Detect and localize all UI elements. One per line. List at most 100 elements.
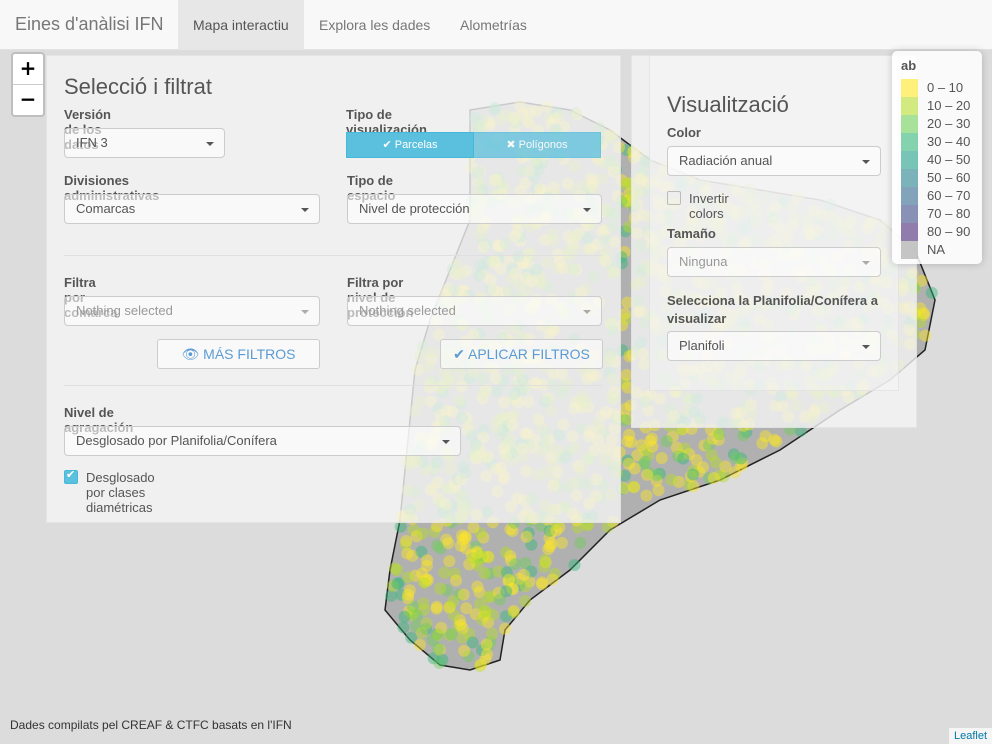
tab-explora-les-dades[interactable]: Explora les dades xyxy=(304,0,445,50)
plot-point[interactable] xyxy=(450,574,463,587)
plot-point[interactable] xyxy=(507,604,520,617)
version-select[interactable]: IFN 3 xyxy=(64,128,225,158)
plot-point[interactable] xyxy=(709,456,722,469)
plot-point[interactable] xyxy=(677,452,690,465)
plot-point[interactable] xyxy=(665,473,678,486)
size-select[interactable]: Ninguna xyxy=(667,247,881,277)
plot-point[interactable] xyxy=(574,536,587,549)
espacio-select[interactable]: Nivel de protección xyxy=(347,194,602,224)
plot-point[interactable] xyxy=(418,576,431,589)
viz-poligonos-button[interactable]: ✖ Polígonos xyxy=(473,132,601,158)
plot-point[interactable] xyxy=(402,588,415,601)
plot-point[interactable] xyxy=(482,550,494,563)
plot-point[interactable] xyxy=(728,466,741,479)
plot-point[interactable] xyxy=(729,452,742,464)
plot-point[interactable] xyxy=(687,468,700,481)
viz-parcelas-button[interactable]: ✔ Parcelas xyxy=(346,132,474,158)
plot-point[interactable] xyxy=(546,573,559,586)
app-title[interactable]: Eines d'anàlisi IFN xyxy=(15,14,164,35)
plot-point[interactable] xyxy=(397,621,410,634)
plot-point[interactable] xyxy=(434,582,447,595)
plot-point[interactable] xyxy=(458,644,471,657)
plot-point[interactable] xyxy=(467,552,480,564)
plot-point[interactable] xyxy=(660,435,673,448)
plot-point[interactable] xyxy=(467,521,480,534)
plot-point[interactable] xyxy=(517,568,530,581)
plot-point[interactable] xyxy=(639,455,652,468)
plot-point[interactable] xyxy=(482,591,495,604)
plot-point[interactable] xyxy=(543,540,556,553)
plot-point[interactable] xyxy=(536,578,548,591)
plot-point[interactable] xyxy=(756,437,769,450)
invert-colors-checkbox[interactable] xyxy=(667,191,681,205)
plot-point[interactable] xyxy=(447,595,460,608)
plot-point[interactable] xyxy=(500,585,513,598)
plot-point[interactable] xyxy=(385,589,398,602)
tab-mapa-interactiu[interactable]: Mapa interactiu xyxy=(178,0,304,50)
plot-point[interactable] xyxy=(655,452,668,465)
plot-point[interactable] xyxy=(436,653,449,666)
color-select[interactable]: Radiación anual xyxy=(667,146,881,176)
plot-point[interactable] xyxy=(443,555,456,568)
plot-point[interactable] xyxy=(430,602,443,615)
plot-point[interactable] xyxy=(460,602,473,615)
plot-point[interactable] xyxy=(641,468,654,481)
plot-point[interactable] xyxy=(401,547,414,560)
plot-point[interactable] xyxy=(478,567,491,580)
plot-point[interactable] xyxy=(417,597,430,610)
plot-point[interactable] xyxy=(480,638,493,651)
plot-point[interactable] xyxy=(628,481,641,494)
plot-point[interactable] xyxy=(635,439,648,452)
plot-point[interactable] xyxy=(456,533,469,546)
comarca-filter-select[interactable]: Nothing selected xyxy=(64,296,320,326)
plot-point[interactable] xyxy=(421,554,434,567)
plot-point[interactable] xyxy=(388,562,401,575)
plot-point[interactable] xyxy=(486,627,499,640)
plot-point[interactable] xyxy=(917,307,930,320)
plot-point[interactable] xyxy=(432,628,444,641)
proteccion-filter-select[interactable]: Nothing selected xyxy=(347,296,602,326)
more-filters-button[interactable]: 👁︎ MÁS FILTROS xyxy=(157,339,320,369)
tab-alometrias[interactable]: Alometrías xyxy=(445,0,542,50)
planifolia-select[interactable]: Planifoli xyxy=(667,331,881,361)
plot-point[interactable] xyxy=(471,580,484,593)
plot-point[interactable] xyxy=(519,595,532,608)
plot-point[interactable] xyxy=(646,440,659,453)
plot-point[interactable] xyxy=(712,428,725,441)
plot-point[interactable] xyxy=(431,539,444,552)
admin-select[interactable]: Comarcas xyxy=(64,194,320,224)
diametric-checkbox[interactable]: ✔ xyxy=(64,469,78,484)
plot-point[interactable] xyxy=(919,329,932,342)
plot-point[interactable] xyxy=(690,454,703,466)
plot-point[interactable] xyxy=(628,462,641,475)
plot-point[interactable] xyxy=(438,566,451,579)
plot-point[interactable] xyxy=(519,580,532,593)
plot-point[interactable] xyxy=(445,628,458,641)
plot-point[interactable] xyxy=(538,560,550,573)
plot-point[interactable] xyxy=(400,535,413,547)
plot-point[interactable] xyxy=(402,571,414,584)
apply-filters-button[interactable]: ✔ APLICAR FILTROS xyxy=(440,339,603,369)
plot-point[interactable] xyxy=(555,536,568,549)
plot-point[interactable] xyxy=(621,435,634,448)
plot-point[interactable] xyxy=(474,658,487,671)
plot-point[interactable] xyxy=(413,638,426,651)
plot-point[interactable] xyxy=(502,573,515,586)
plot-point[interactable] xyxy=(925,286,938,299)
plot-point[interactable] xyxy=(499,622,511,635)
plot-point[interactable] xyxy=(707,472,720,485)
plot-point[interactable] xyxy=(456,631,469,644)
plot-point[interactable] xyxy=(391,577,404,590)
agregacion-select[interactable]: Desglosado por Planifolia/Conífera xyxy=(64,426,461,456)
plot-point[interactable] xyxy=(509,558,522,570)
plot-point[interactable] xyxy=(415,626,428,639)
zoom-in-button[interactable]: + xyxy=(13,54,43,85)
plot-point[interactable] xyxy=(398,610,411,623)
leaflet-attribution-link[interactable]: Leaflet xyxy=(948,728,992,744)
plot-point[interactable] xyxy=(416,527,429,540)
plot-point[interactable] xyxy=(568,559,581,571)
zoom-out-button[interactable]: − xyxy=(13,85,43,115)
plot-point[interactable] xyxy=(486,608,499,621)
plot-point[interactable] xyxy=(520,530,533,543)
plot-point[interactable] xyxy=(640,489,653,502)
